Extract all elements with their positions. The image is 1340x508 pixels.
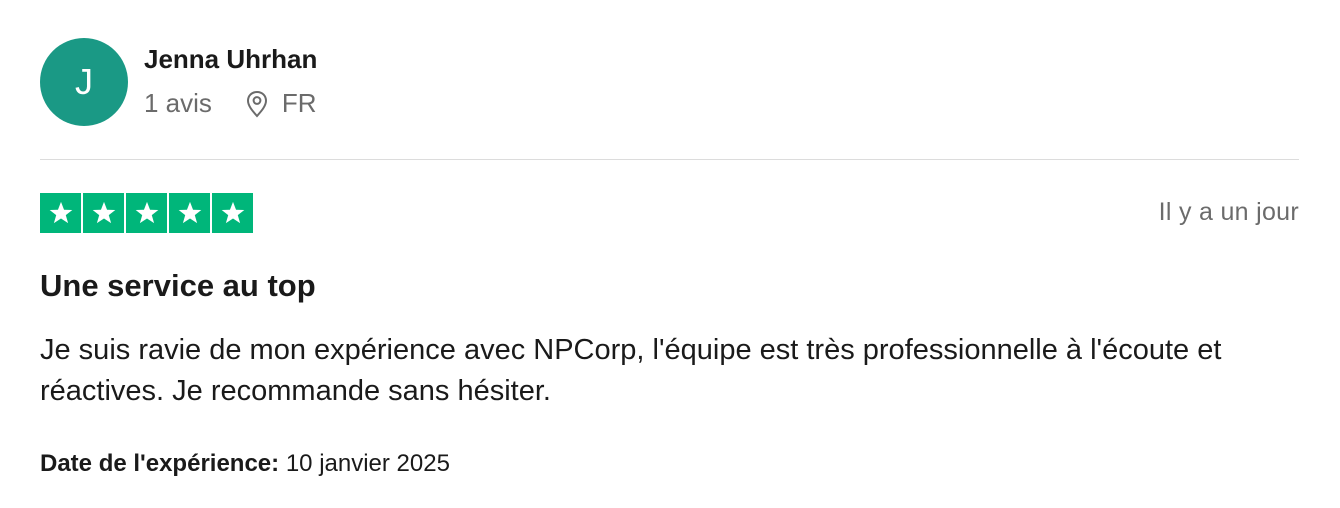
reviewer-name[interactable]: Jenna Uhrhan — [144, 44, 317, 75]
review-count: 1 avis — [144, 88, 212, 118]
reviewer-header: J Jenna Uhrhan 1 avis FR — [40, 38, 1299, 128]
review-relative-date: Il y a un jour — [1158, 198, 1299, 226]
star-icon — [169, 193, 210, 233]
star-icon — [126, 193, 167, 233]
review-card: J Jenna Uhrhan 1 avis FR Il y a un jour … — [40, 0, 1299, 508]
star-icon — [212, 193, 253, 233]
experience-date: Date de l'expérience: 10 janvier 2025 — [40, 450, 450, 478]
review-title[interactable]: Une service au top — [40, 268, 316, 304]
star-icon — [40, 193, 81, 233]
star-rating — [40, 193, 253, 233]
experience-date-label: Date de l'expérience: — [40, 450, 280, 477]
divider — [40, 159, 1299, 160]
location-pin-icon — [246, 90, 268, 118]
avatar[interactable]: J — [40, 38, 128, 126]
reviewer-meta: 1 avis FR — [144, 88, 317, 119]
experience-date-value: 10 janvier 2025 — [285, 450, 450, 477]
star-icon — [83, 193, 124, 233]
reviewer-country: FR — [281, 88, 317, 118]
avatar-initial: J — [75, 61, 93, 102]
review-body: Je suis ravie de mon expérience avec NPC… — [40, 334, 1222, 407]
